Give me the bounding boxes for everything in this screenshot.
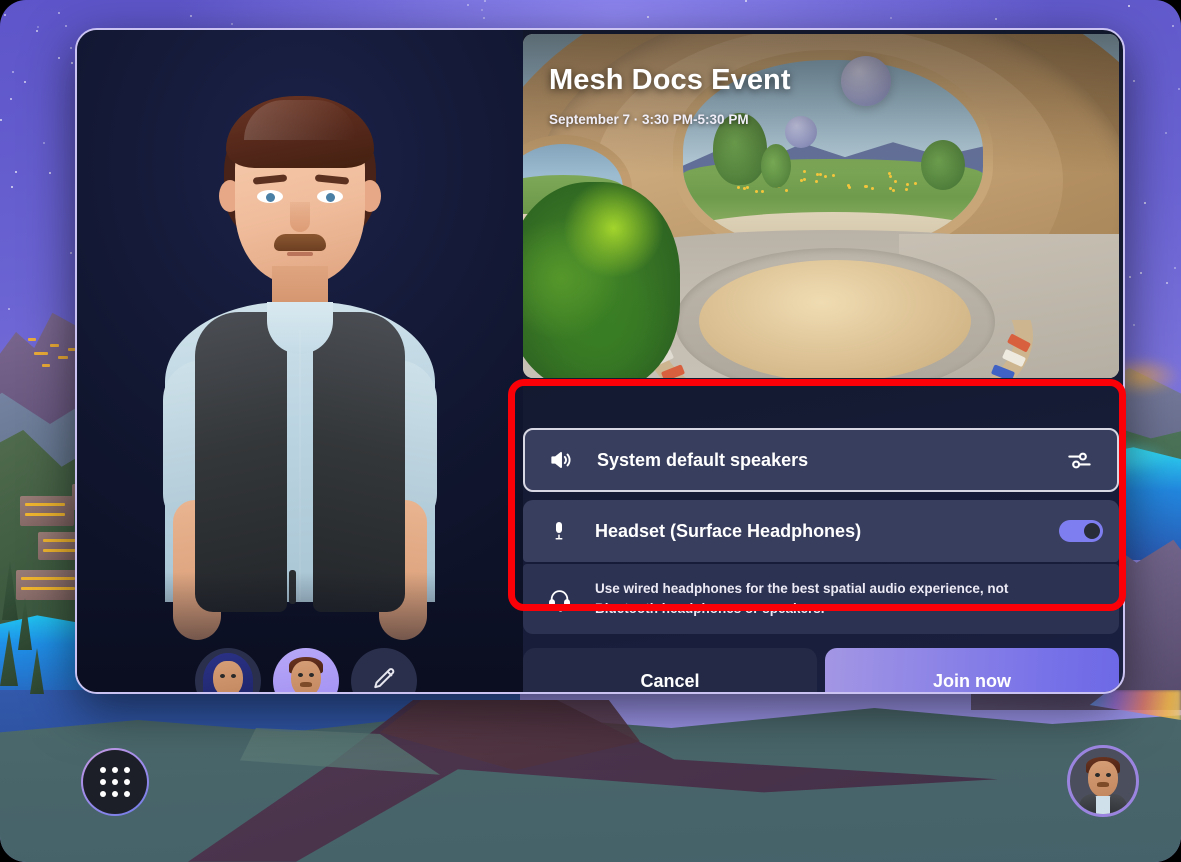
user-thumb-face: [1088, 761, 1118, 797]
avatar-vest-zipper: [299, 330, 301, 600]
preview-title-scrim: [523, 34, 1119, 174]
spatial-audio-hint: Use wired headphones for the best spatia…: [523, 564, 1119, 634]
app-grid-icon: [100, 767, 130, 797]
avatar-iris-right: [326, 193, 335, 202]
avatar-vest-right: [313, 312, 405, 612]
join-event-dialog: Mesh Docs Event September 7 · 3:30 PM-5:…: [75, 28, 1125, 694]
speaker-device-label: System default speakers: [597, 449, 809, 470]
avatar-picker: [195, 648, 417, 693]
microphone-device-row[interactable]: Headset (Surface Headphones): [523, 500, 1119, 562]
dialog-actions: Cancel Join now: [523, 648, 1119, 692]
avatar-iris-left: [266, 193, 275, 202]
avatar-preview-stage[interactable]: [77, 30, 523, 692]
cancel-button[interactable]: Cancel: [523, 648, 817, 692]
user-thumb-vest-right: [1109, 794, 1127, 814]
thumb2-face: [291, 661, 321, 692]
toggle-knob: [1084, 523, 1100, 539]
speaker-device-row[interactable]: System default speakers: [523, 428, 1119, 492]
microphone-toggle[interactable]: [1043, 520, 1119, 542]
edit-avatar-button[interactable]: [351, 648, 417, 693]
avatar-nose: [290, 202, 310, 232]
event-title: Mesh Docs Event: [549, 64, 791, 96]
microphone-device-label: Headset (Surface Headphones): [595, 520, 862, 541]
avatar-thumbnail-1: [195, 648, 261, 692]
user-thumb-vest-left: [1079, 794, 1097, 814]
avatar-option-2[interactable]: [273, 648, 339, 692]
microphone-icon: [523, 519, 595, 543]
spatial-audio-hint-text: Use wired headphones for the best spatia…: [595, 581, 1009, 616]
user-thumb-mustache: [1097, 782, 1109, 787]
dialog-right-column: Mesh Docs Event September 7 · 3:30 PM-5:…: [523, 30, 1123, 692]
thumb1-face: [213, 661, 243, 692]
avatar-option-1[interactable]: [195, 648, 261, 692]
audio-settings-panel: System default speakers Headset (Surface…: [523, 388, 1119, 634]
app-launcher-button[interactable]: [81, 748, 149, 816]
audio-settings-sliders-icon[interactable]: [1041, 447, 1117, 474]
user-avatar-icon: [1070, 748, 1136, 814]
speaker-icon: [525, 447, 597, 473]
avatar-mustache: [274, 234, 326, 251]
toggle-track[interactable]: [1059, 520, 1103, 542]
user-avatar-thumbnail: [1070, 748, 1136, 814]
event-preview: Mesh Docs Event September 7 · 3:30 PM-5:…: [523, 34, 1119, 378]
pencil-icon: [370, 665, 398, 693]
headset-icon: [523, 587, 595, 612]
thumb2-mustache: [300, 682, 312, 687]
preview-foreground-tree: [523, 182, 680, 378]
join-now-button[interactable]: Join now: [825, 648, 1119, 692]
user-avatar-button[interactable]: [1067, 745, 1139, 817]
avatar-mouth: [287, 252, 313, 256]
event-datetime: September 7 · 3:30 PM-5:30 PM: [549, 112, 749, 127]
app-screen: Mesh Docs Event September 7 · 3:30 PM-5:…: [0, 0, 1181, 862]
avatar-thumbnail-2: [273, 648, 339, 692]
avatar-vest-left: [195, 312, 287, 612]
